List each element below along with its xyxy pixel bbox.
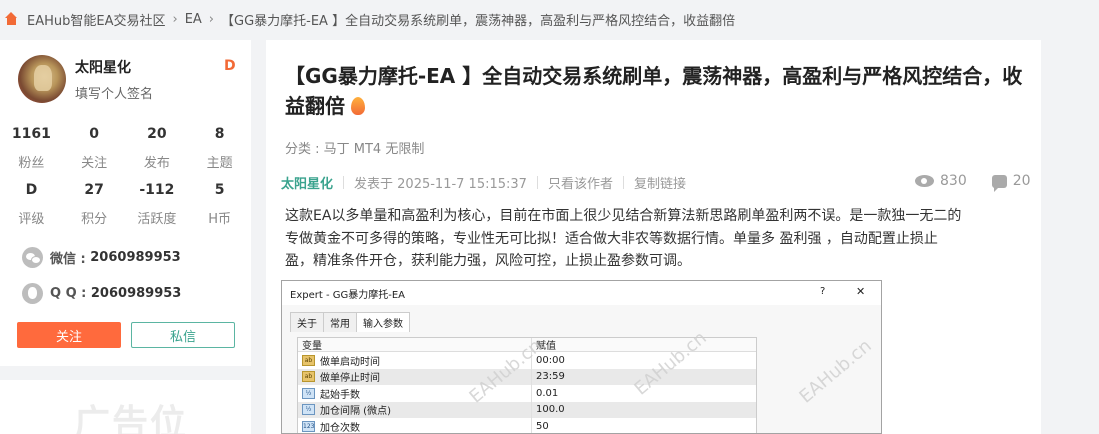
author-only-link[interactable]: 只看该作者 — [548, 173, 613, 192]
home-icon[interactable] — [4, 12, 19, 26]
author-signature: 填写个人签名 — [75, 87, 154, 102]
post-counts: 830 20 — [915, 173, 1031, 192]
copy-link[interactable]: 复制链接 — [634, 173, 686, 192]
breadcrumb-home[interactable]: EAHub智能EA交易社区 — [27, 10, 165, 29]
divider — [536, 176, 538, 189]
post-body: 这款EA以多单量和高盈利为核心，目前在市面上很少见结合新算法新思路刷单盈利两不误… — [285, 208, 962, 269]
wechat-icon — [22, 247, 43, 268]
post-date: 发表于 2025-11-7 15:15:37 — [354, 177, 527, 192]
dialog-titlebar: Expert - GG暴力摩托-EA ? ✕ — [282, 281, 881, 305]
stats-row: D 评级 27 积分 -112 活跃度 5 H币 — [0, 182, 251, 227]
comment-count[interactable]: 20 — [1013, 173, 1031, 189]
help-icon: ? — [820, 286, 826, 297]
integer-param-icon: 123 — [302, 420, 315, 432]
post-meta: 太阳星化 发表于 2025-11-7 15:15:37 只看该作者 复制链接 — [281, 173, 686, 192]
stat-fans[interactable]: 1161 粉丝 — [0, 126, 63, 171]
follow-button[interactable]: 关注 — [17, 322, 121, 348]
author-profile-card: 太阳星化 填写个人签名 D 1161 粉丝 0 关注 20 发布 8 主题 D 评级 27… — [0, 40, 251, 366]
divider — [343, 176, 345, 189]
ea-settings-screenshot[interactable]: Expert - GG暴力摩托-EA ? ✕ 关于 常用 输入参数 变量 赋值 … — [281, 280, 882, 434]
stat-activity: -112 活跃度 — [137, 182, 177, 227]
post-content: 【GG暴力摩托-EA 】全自动交易系统刷单，震荡神器，高盈利与严格风控结合，收益… — [266, 40, 1041, 434]
qq-icon — [22, 283, 43, 304]
table-row: ½ 加仓间隔 (微点) 100.0 — [298, 401, 756, 418]
dialog-title: Expert - GG暴力摩托-EA — [290, 289, 405, 301]
divider — [622, 176, 624, 189]
stat-following[interactable]: 0 关注 — [63, 126, 126, 171]
wechat-contact: 微信 : 2060989953 — [22, 247, 181, 268]
watermark: EAHub.cn — [795, 335, 876, 408]
stats-row: 1161 粉丝 0 关注 20 发布 8 主题 — [0, 126, 251, 171]
double-param-icon: ½ — [302, 387, 315, 399]
double-param-icon: ½ — [302, 404, 315, 416]
ad-placeholder-text: 广告位 — [74, 403, 189, 434]
level-badge: D — [224, 58, 236, 74]
tab-about: 关于 — [290, 312, 324, 332]
qq-contact: Q Q : 2060989953 — [22, 283, 181, 304]
post-author[interactable]: 太阳星化 — [281, 173, 333, 192]
breadcrumb: EAHub智能EA交易社区 › EA › 【GG暴力摩托-EA 】全自动交易系统… — [0, 0, 735, 38]
string-param-icon: ab — [302, 371, 315, 383]
avatar[interactable] — [18, 55, 66, 103]
table-row: ½ 起始手数 0.01 — [298, 385, 756, 402]
dialog-tabs: 关于 常用 输入参数 — [290, 312, 410, 332]
post-category[interactable]: 分类 : 马丁 MT4 无限制 — [285, 138, 424, 157]
table-row: 123 加仓次数 50 — [298, 418, 756, 433]
comment-icon[interactable] — [991, 174, 1007, 192]
breadcrumb-category[interactable]: EA — [185, 12, 202, 27]
hot-fire-icon — [351, 97, 365, 115]
message-button[interactable]: 私信 — [131, 322, 235, 348]
close-icon: ✕ — [856, 285, 866, 298]
table-row: ab 做单停止时间 23:59 — [298, 368, 756, 385]
breadcrumb-separator: › — [172, 11, 178, 27]
breadcrumb-separator: › — [208, 11, 214, 27]
stat-topics[interactable]: 8 主题 — [188, 126, 251, 171]
eye-icon — [915, 175, 934, 187]
stat-posts[interactable]: 20 发布 — [126, 126, 189, 171]
string-param-icon: ab — [302, 354, 315, 366]
author-name[interactable]: 太阳星化 — [75, 57, 131, 77]
stat-points: 27 积分 — [81, 182, 108, 227]
view-count: 830 — [940, 173, 967, 189]
stat-coins: 5 H币 — [208, 182, 232, 227]
breadcrumb-current: 【GG暴力摩托-EA 】全自动交易系统刷单，震荡神器，高盈利与严格风控结合，收益… — [221, 13, 736, 29]
tab-common: 常用 — [323, 312, 357, 332]
post-title: 【GG暴力摩托-EA 】全自动交易系统刷单，震荡神器，高盈利与严格风控结合，收益… — [285, 64, 1023, 118]
tab-inputs: 输入参数 — [356, 312, 410, 332]
ad-slot[interactable]: 广告位 — [0, 380, 251, 434]
stat-rating: D 评级 — [18, 182, 45, 227]
